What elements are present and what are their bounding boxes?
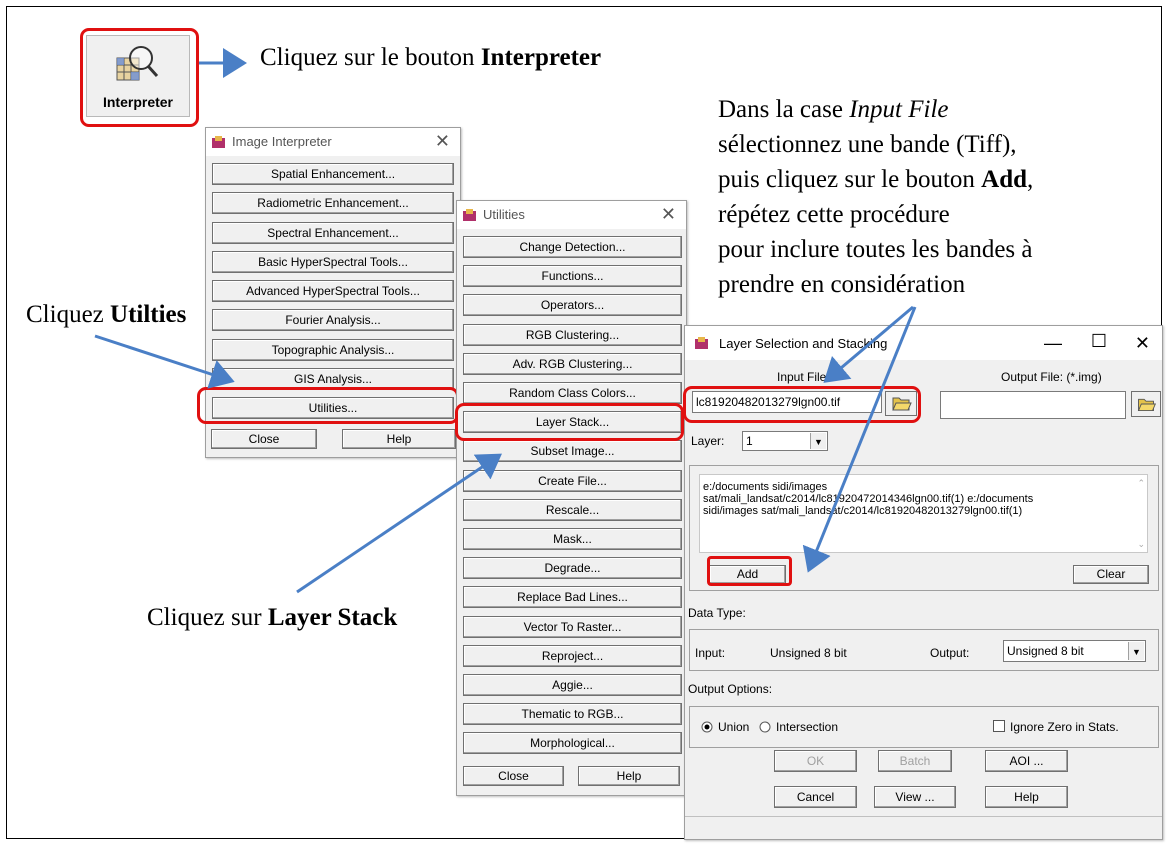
arrow-to-utilities <box>94 334 235 389</box>
arrow-to-add-button <box>802 306 917 573</box>
annotation-arrows <box>94 48 917 594</box>
arrow-to-layer-stack <box>296 453 502 594</box>
